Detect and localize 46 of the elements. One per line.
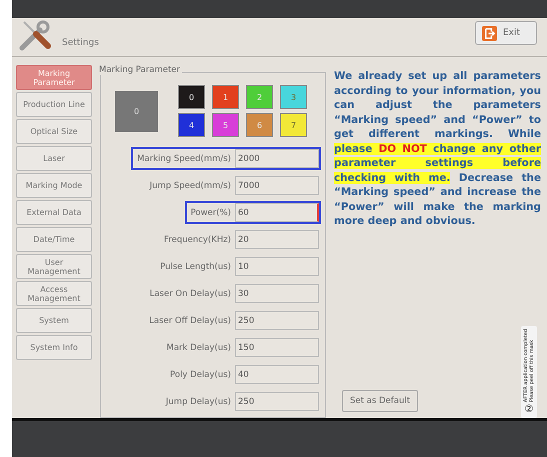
input-field[interactable]: 7000 (235, 176, 319, 195)
parameter-label: Marking Speed(mm/s) (137, 154, 231, 164)
parameter-label: Jump Delay(us) (166, 396, 231, 406)
input-field[interactable]: 40 (235, 365, 319, 384)
parameter-label: Frequency(KHz) (164, 234, 231, 244)
sidebar-button[interactable]: Optical Size (16, 119, 92, 144)
color-swatch[interactable]: 7 (280, 113, 307, 137)
sidebar-button[interactable]: Laser (16, 146, 92, 171)
input-field[interactable]: 60 (235, 203, 319, 222)
color-swatch[interactable]: 4 (178, 113, 205, 137)
sidebar-button[interactable]: System Info (16, 335, 92, 360)
parameter-label: Laser On Delay(us) (150, 288, 231, 298)
parameter-label: Poly Delay(us) (170, 370, 231, 380)
input-field[interactable]: 150 (235, 338, 319, 357)
sidebar-button[interactable]: Production Line (16, 92, 92, 117)
parameter-label: Pulse Length(us) (160, 262, 231, 272)
color-preview: 0 (115, 90, 158, 132)
color-swatch[interactable]: 5 (212, 113, 239, 137)
parameter-label: Mark Delay(us) (166, 342, 231, 352)
input-field[interactable]: 30 (235, 284, 319, 303)
group-title: Marking Parameter (99, 65, 182, 75)
sidebar-button[interactable]: User Management (16, 254, 92, 279)
sidebar-button[interactable]: Marking Parameter (16, 65, 92, 90)
parameter-label: Power(%) (190, 208, 231, 218)
parameter-label: Jump Speed(mm/s) (150, 180, 231, 190)
sidebar-button[interactable]: External Data (16, 200, 92, 225)
input-field[interactable]: 250 (235, 311, 319, 330)
color-swatch[interactable]: 6 (246, 113, 273, 137)
sidebar-button[interactable]: Marking Mode (16, 173, 92, 198)
color-swatch[interactable]: 3 (280, 85, 307, 109)
exit-icon (482, 26, 497, 40)
input-field[interactable]: 250 (235, 392, 319, 411)
input-field[interactable]: 2000 (235, 149, 319, 168)
sidebar-button[interactable]: Date/Time (16, 227, 92, 252)
color-swatch[interactable]: 1 (212, 85, 239, 109)
wrench-screwdriver-icon (18, 18, 52, 52)
exit-button[interactable]: Exit (475, 21, 537, 45)
color-swatch[interactable]: 0 (178, 85, 205, 109)
sidebar-button[interactable]: Access Management (16, 281, 92, 306)
set-as-default-button[interactable]: Set as Default (342, 390, 418, 412)
parameter-label: Laser Off Delay(us) (149, 316, 231, 326)
input-field[interactable]: 20 (235, 230, 319, 249)
instruction-note: We already set up all parameters according to your information, you can adjust the parameters “Marking speed” and “Power” to get different markings. While please DO NOT change any other parameter settings before checking with me. Decrease the “Marking speed” and increase the “Power” will make the marking more deep and obvious. (334, 69, 541, 228)
sidebar-button[interactable]: System (16, 308, 92, 333)
settings-title: Settings (62, 38, 99, 48)
input-field[interactable]: 10 (235, 257, 319, 276)
